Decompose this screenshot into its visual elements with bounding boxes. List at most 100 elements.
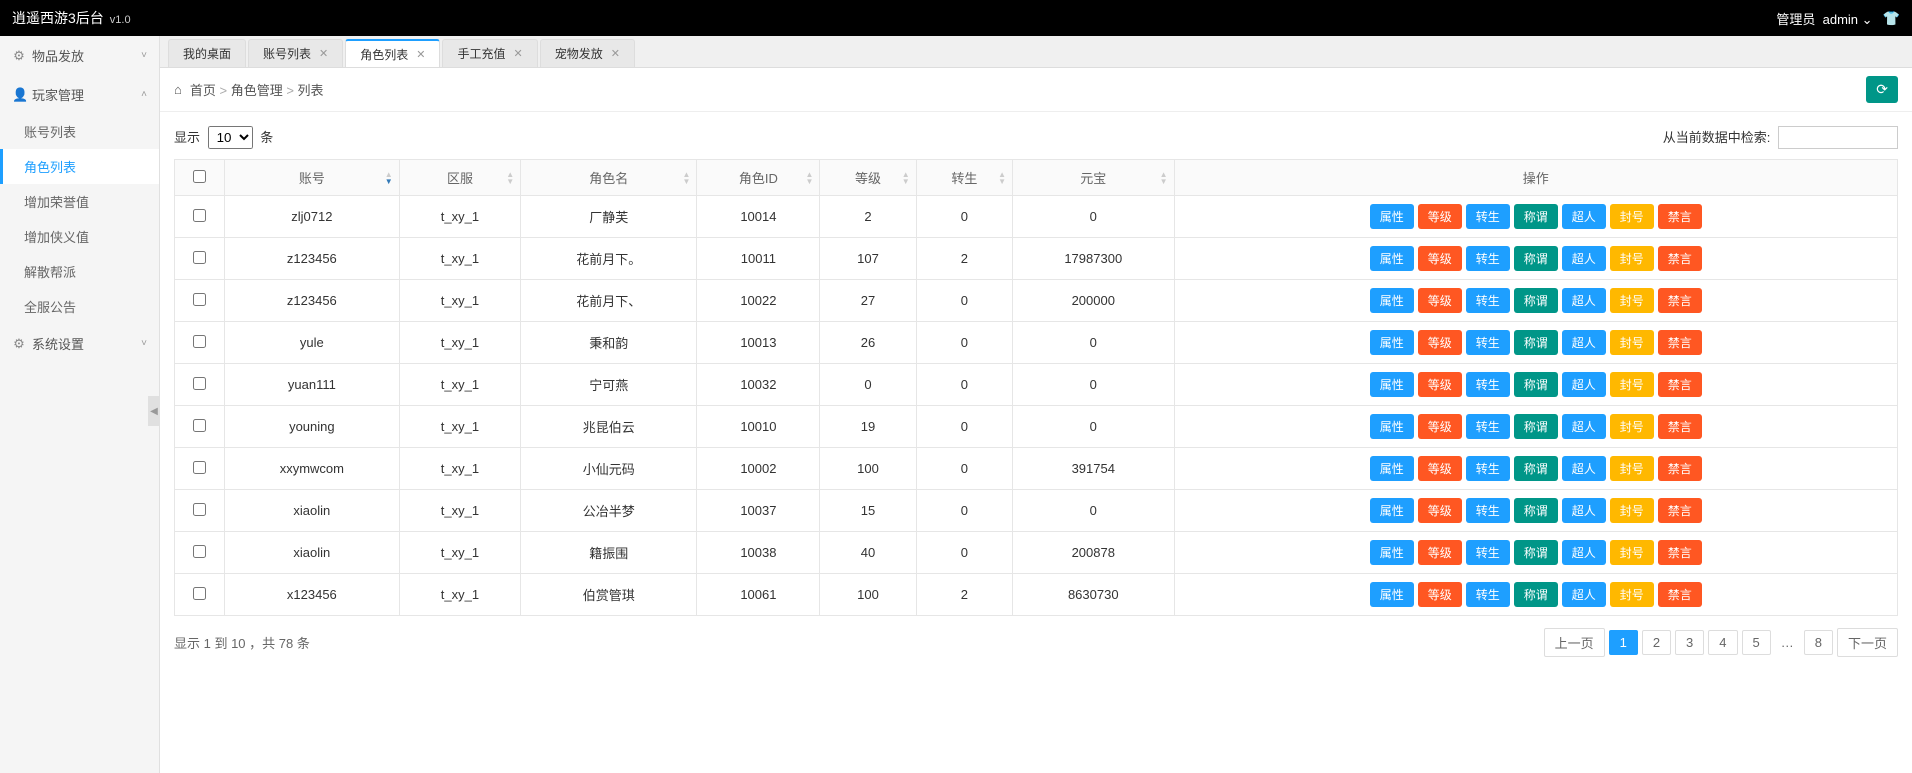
action-称谓[interactable]: 称谓 [1514, 582, 1558, 607]
action-超人[interactable]: 超人 [1562, 288, 1606, 313]
action-属性[interactable]: 属性 [1370, 330, 1414, 355]
action-封号[interactable]: 封号 [1610, 330, 1654, 355]
page-button[interactable]: 5 [1742, 630, 1771, 655]
close-icon[interactable]: ✕ [319, 47, 328, 60]
action-称谓[interactable]: 称谓 [1514, 246, 1558, 271]
action-转生[interactable]: 转生 [1466, 372, 1510, 397]
action-封号[interactable]: 封号 [1610, 498, 1654, 523]
column-header[interactable]: 角色名▲▼ [521, 160, 697, 196]
action-等级[interactable]: 等级 [1418, 372, 1462, 397]
action-等级[interactable]: 等级 [1418, 204, 1462, 229]
action-封号[interactable]: 封号 [1610, 246, 1654, 271]
user-menu[interactable]: 管理员 admin ⌄ [1776, 9, 1872, 28]
action-转生[interactable]: 转生 [1466, 456, 1510, 481]
action-转生[interactable]: 转生 [1466, 498, 1510, 523]
action-属性[interactable]: 属性 [1370, 582, 1414, 607]
page-button[interactable]: 1 [1609, 630, 1638, 655]
search-input[interactable] [1778, 126, 1898, 149]
breadcrumb-item[interactable]: 角色管理 [231, 83, 283, 98]
action-称谓[interactable]: 称谓 [1514, 372, 1558, 397]
page-button[interactable]: 3 [1675, 630, 1704, 655]
action-等级[interactable]: 等级 [1418, 246, 1462, 271]
action-封号[interactable]: 封号 [1610, 204, 1654, 229]
tab[interactable]: 账号列表✕ [248, 39, 343, 67]
action-禁言[interactable]: 禁言 [1658, 330, 1702, 355]
select-all-checkbox[interactable] [193, 170, 206, 183]
row-checkbox[interactable] [193, 209, 206, 222]
action-转生[interactable]: 转生 [1466, 288, 1510, 313]
action-禁言[interactable]: 禁言 [1658, 498, 1702, 523]
action-等级[interactable]: 等级 [1418, 330, 1462, 355]
row-checkbox[interactable] [193, 335, 206, 348]
action-属性[interactable]: 属性 [1370, 288, 1414, 313]
action-超人[interactable]: 超人 [1562, 246, 1606, 271]
action-称谓[interactable]: 称谓 [1514, 540, 1558, 565]
submenu-item[interactable]: 角色列表 [0, 149, 159, 184]
action-超人[interactable]: 超人 [1562, 204, 1606, 229]
action-超人[interactable]: 超人 [1562, 330, 1606, 355]
action-禁言[interactable]: 禁言 [1658, 288, 1702, 313]
tab[interactable]: 手工充值✕ [442, 39, 537, 67]
breadcrumb-item[interactable]: 首页 [190, 83, 216, 98]
close-icon[interactable]: ✕ [514, 47, 523, 60]
row-checkbox[interactable] [193, 503, 206, 516]
action-超人[interactable]: 超人 [1562, 582, 1606, 607]
tab[interactable]: 宠物发放✕ [540, 39, 635, 67]
action-封号[interactable]: 封号 [1610, 540, 1654, 565]
page-button[interactable]: 4 [1708, 630, 1737, 655]
action-属性[interactable]: 属性 [1370, 246, 1414, 271]
action-转生[interactable]: 转生 [1466, 330, 1510, 355]
action-转生[interactable]: 转生 [1466, 204, 1510, 229]
action-等级[interactable]: 等级 [1418, 414, 1462, 439]
column-header[interactable]: 转生▲▼ [916, 160, 1012, 196]
tshirt-icon[interactable]: 👕 [1883, 10, 1900, 27]
action-称谓[interactable]: 称谓 [1514, 456, 1558, 481]
page-button[interactable]: 8 [1804, 630, 1833, 655]
close-icon[interactable]: ✕ [416, 48, 425, 61]
action-属性[interactable]: 属性 [1370, 414, 1414, 439]
action-等级[interactable]: 等级 [1418, 498, 1462, 523]
refresh-button[interactable]: ⟳ [1866, 76, 1898, 103]
menu-group-header[interactable]: 👤玩家管理˄ [0, 75, 159, 114]
submenu-item[interactable]: 增加荣誉值 [0, 184, 159, 219]
submenu-item[interactable]: 增加侠义值 [0, 219, 159, 254]
row-checkbox[interactable] [193, 461, 206, 474]
action-称谓[interactable]: 称谓 [1514, 204, 1558, 229]
action-称谓[interactable]: 称谓 [1514, 414, 1558, 439]
page-size-select[interactable]: 10 [208, 126, 253, 149]
action-转生[interactable]: 转生 [1466, 414, 1510, 439]
action-称谓[interactable]: 称谓 [1514, 330, 1558, 355]
action-称谓[interactable]: 称谓 [1514, 498, 1558, 523]
action-禁言[interactable]: 禁言 [1658, 204, 1702, 229]
action-禁言[interactable]: 禁言 [1658, 540, 1702, 565]
action-封号[interactable]: 封号 [1610, 456, 1654, 481]
sidebar-collapse-handle[interactable]: ◀ [148, 396, 160, 426]
action-禁言[interactable]: 禁言 [1658, 582, 1702, 607]
action-属性[interactable]: 属性 [1370, 540, 1414, 565]
column-header[interactable]: 区服▲▼ [399, 160, 521, 196]
menu-group-header[interactable]: ⚙系统设置˅ [0, 324, 159, 363]
action-等级[interactable]: 等级 [1418, 288, 1462, 313]
action-超人[interactable]: 超人 [1562, 456, 1606, 481]
row-checkbox[interactable] [193, 251, 206, 264]
action-属性[interactable]: 属性 [1370, 498, 1414, 523]
action-超人[interactable]: 超人 [1562, 414, 1606, 439]
column-header[interactable]: 角色ID▲▼ [697, 160, 820, 196]
column-header[interactable]: 操作 [1174, 160, 1897, 196]
action-封号[interactable]: 封号 [1610, 372, 1654, 397]
row-checkbox[interactable] [193, 377, 206, 390]
tab[interactable]: 我的桌面 [168, 39, 246, 67]
action-禁言[interactable]: 禁言 [1658, 414, 1702, 439]
action-转生[interactable]: 转生 [1466, 582, 1510, 607]
submenu-item[interactable]: 全服公告 [0, 289, 159, 324]
action-转生[interactable]: 转生 [1466, 540, 1510, 565]
action-封号[interactable]: 封号 [1610, 288, 1654, 313]
submenu-item[interactable]: 账号列表 [0, 114, 159, 149]
action-等级[interactable]: 等级 [1418, 456, 1462, 481]
action-属性[interactable]: 属性 [1370, 204, 1414, 229]
action-禁言[interactable]: 禁言 [1658, 246, 1702, 271]
action-禁言[interactable]: 禁言 [1658, 372, 1702, 397]
menu-group-header[interactable]: ⚙物品发放˅ [0, 36, 159, 75]
column-header[interactable]: 元宝▲▼ [1013, 160, 1175, 196]
submenu-item[interactable]: 解散帮派 [0, 254, 159, 289]
